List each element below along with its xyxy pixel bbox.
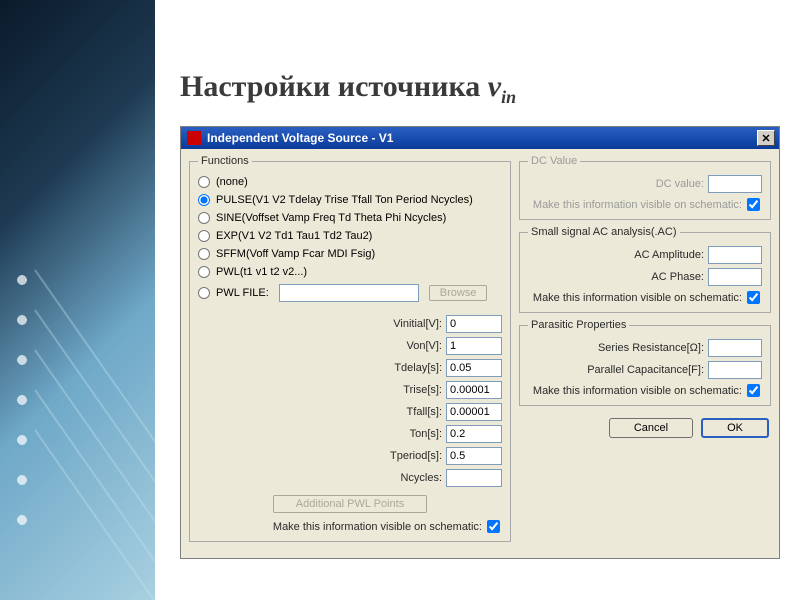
- dc-value-input[interactable]: [708, 175, 762, 193]
- ac-legend: Small signal AC analysis(.AC): [528, 226, 680, 238]
- functions-visible-label: Make this information visible on schemat…: [273, 521, 482, 533]
- series-label: Series Resistance[Ω]:: [598, 342, 704, 354]
- cancel-button[interactable]: Cancel: [609, 418, 693, 438]
- parasitic-visible-label: Make this information visible on schemat…: [533, 385, 742, 397]
- tdelay-label: Tdelay[s]:: [394, 362, 442, 374]
- ac-phase-input[interactable]: [708, 268, 762, 286]
- radio-sine-label[interactable]: SINE(Voffset Vamp Freq Td Theta Phi Ncyc…: [216, 212, 502, 224]
- dc-visible-label: Make this information visible on schemat…: [533, 199, 742, 211]
- tfall-label: Tfall[s]:: [407, 406, 442, 418]
- pwlfile-path-input[interactable]: [279, 284, 419, 302]
- parallel-input[interactable]: [708, 361, 762, 379]
- dialog-title-text: Independent Voltage Source - V1: [207, 131, 393, 145]
- functions-group: Functions (none) PULSE(V1 V2 Tdelay Tris…: [189, 155, 511, 542]
- radio-sine[interactable]: SINE(Voffset Vamp Freq Td Theta Phi Ncyc…: [198, 209, 502, 227]
- radio-exp[interactable]: EXP(V1 V2 Td1 Tau1 Td2 Tau2): [198, 227, 502, 245]
- functions-legend: Functions: [198, 155, 252, 167]
- radio-pwl-label[interactable]: PWL(t1 v1 t2 v2...): [216, 266, 502, 278]
- additional-pwl-button: Additional PWL Points: [273, 495, 427, 513]
- radio-sffm[interactable]: SFFM(Voff Vamp Fcar MDI Fsig): [198, 245, 502, 263]
- page-title: Настройки источника vin: [180, 70, 790, 108]
- voltage-source-dialog: Independent Voltage Source - V1 ✕ Functi…: [180, 126, 780, 559]
- radio-pwlfile-label[interactable]: PWL FILE:: [216, 287, 269, 299]
- radio-pwlfile-input[interactable]: [198, 287, 210, 299]
- ton-input[interactable]: [446, 425, 502, 443]
- radio-exp-label[interactable]: EXP(V1 V2 Td1 Tau1 Td2 Tau2): [216, 230, 502, 242]
- dc-visible-checkbox[interactable]: [747, 198, 760, 211]
- tperiod-label: Tperiod[s]:: [390, 450, 442, 462]
- radio-sffm-label[interactable]: SFFM(Voff Vamp Fcar MDI Fsig): [216, 248, 502, 260]
- ac-visible-checkbox[interactable]: [747, 291, 760, 304]
- radio-sffm-input[interactable]: [198, 248, 210, 260]
- ac-visible-label: Make this information visible on schemat…: [533, 292, 742, 304]
- radio-none-input[interactable]: [198, 176, 210, 188]
- dc-legend: DC Value: [528, 155, 580, 167]
- parasitic-visible-checkbox[interactable]: [747, 384, 760, 397]
- ncycles-input[interactable]: [446, 469, 502, 487]
- radio-exp-input[interactable]: [198, 230, 210, 242]
- functions-visible-checkbox[interactable]: [487, 520, 500, 533]
- ac-amp-input[interactable]: [708, 246, 762, 264]
- close-button[interactable]: ✕: [757, 130, 775, 146]
- tdelay-input[interactable]: [446, 359, 502, 377]
- radio-none[interactable]: (none): [198, 173, 502, 191]
- tfall-input[interactable]: [446, 403, 502, 421]
- parasitic-group: Parasitic Properties Series Resistance[Ω…: [519, 319, 771, 406]
- radio-sine-input[interactable]: [198, 212, 210, 224]
- radio-pulse-input[interactable]: [198, 194, 210, 206]
- dc-value-label: DC value:: [656, 178, 704, 190]
- radio-pwl[interactable]: PWL(t1 v1 t2 v2...): [198, 263, 502, 281]
- radio-none-label[interactable]: (none): [216, 176, 502, 188]
- series-input[interactable]: [708, 339, 762, 357]
- trise-input[interactable]: [446, 381, 502, 399]
- ton-label: Ton[s]:: [410, 428, 442, 440]
- ac-group: Small signal AC analysis(.AC) AC Amplitu…: [519, 226, 771, 313]
- ncycles-label: Ncycles:: [400, 472, 442, 484]
- radio-pwlfile[interactable]: PWL FILE: Browse: [198, 281, 502, 305]
- close-icon: ✕: [761, 132, 770, 145]
- trise-label: Trise[s]:: [403, 384, 442, 396]
- radio-pulse[interactable]: PULSE(V1 V2 Tdelay Trise Tfall Ton Perio…: [198, 191, 502, 209]
- titlebar[interactable]: Independent Voltage Source - V1 ✕: [181, 127, 779, 149]
- app-icon: [187, 131, 201, 145]
- dc-group: DC Value DC value: Make this information…: [519, 155, 771, 220]
- radio-pulse-label[interactable]: PULSE(V1 V2 Tdelay Trise Tfall Ton Perio…: [216, 194, 502, 206]
- radio-pwl-input[interactable]: [198, 266, 210, 278]
- decorative-circuit-background: [0, 0, 155, 600]
- vinitial-label: Vinitial[V]:: [393, 318, 442, 330]
- ok-button[interactable]: OK: [701, 418, 769, 438]
- parallel-label: Parallel Capacitance[F]:: [587, 364, 704, 376]
- ac-phase-label: AC Phase:: [651, 271, 704, 283]
- von-input[interactable]: [446, 337, 502, 355]
- von-label: Von[V]:: [407, 340, 442, 352]
- parasitic-legend: Parasitic Properties: [528, 319, 629, 331]
- tperiod-input[interactable]: [446, 447, 502, 465]
- browse-button[interactable]: Browse: [429, 285, 488, 301]
- vinitial-input[interactable]: [446, 315, 502, 333]
- ac-amp-label: AC Amplitude:: [634, 249, 704, 261]
